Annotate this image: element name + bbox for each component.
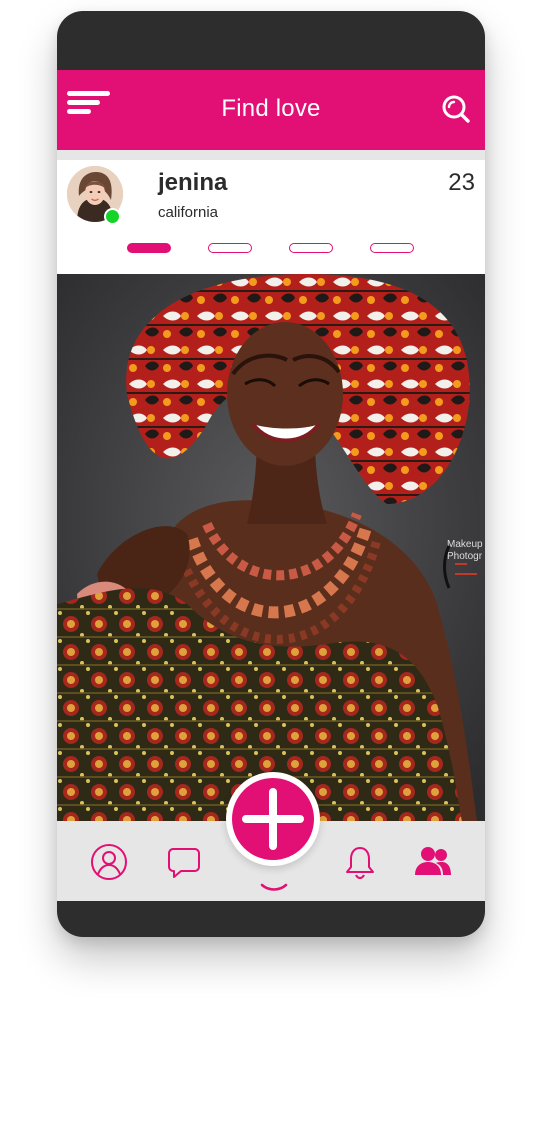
bell-icon[interactable] (344, 845, 376, 879)
header-divider (57, 150, 485, 160)
photo-watermark-line-2: Photogr (447, 551, 483, 562)
search-icon[interactable] (441, 94, 471, 124)
plus-icon (242, 788, 304, 850)
photo-watermark-line-1: Makeup (447, 539, 483, 550)
profile-age: 23 (448, 169, 475, 196)
add-button[interactable] (226, 772, 320, 866)
profile-name: jenina (158, 169, 228, 196)
photo-indicator-2[interactable] (208, 243, 252, 253)
swipe-up-handle[interactable] (260, 883, 288, 893)
profile-photo[interactable]: Makeup Photogr (57, 274, 485, 822)
page-title: Find love (221, 95, 321, 122)
user-circle-icon[interactable] (90, 843, 128, 881)
add-button-fill (232, 778, 314, 860)
chat-bubble-icon[interactable] (167, 845, 201, 879)
app-header: Find love (57, 70, 485, 150)
users-icon[interactable] (414, 845, 452, 877)
photo-indicator-1[interactable] (127, 243, 171, 253)
profile-photo-image: Makeup Photogr (57, 274, 485, 822)
profile-location: california (158, 204, 219, 221)
online-status-dot (104, 208, 121, 225)
photo-indicator-3[interactable] (289, 243, 333, 253)
phone-frame: Find love jenina california 23 Makeup Ph… (57, 11, 485, 937)
profile-card[interactable]: jenina california 23 (57, 160, 485, 274)
photo-indicator-4[interactable] (370, 243, 414, 253)
